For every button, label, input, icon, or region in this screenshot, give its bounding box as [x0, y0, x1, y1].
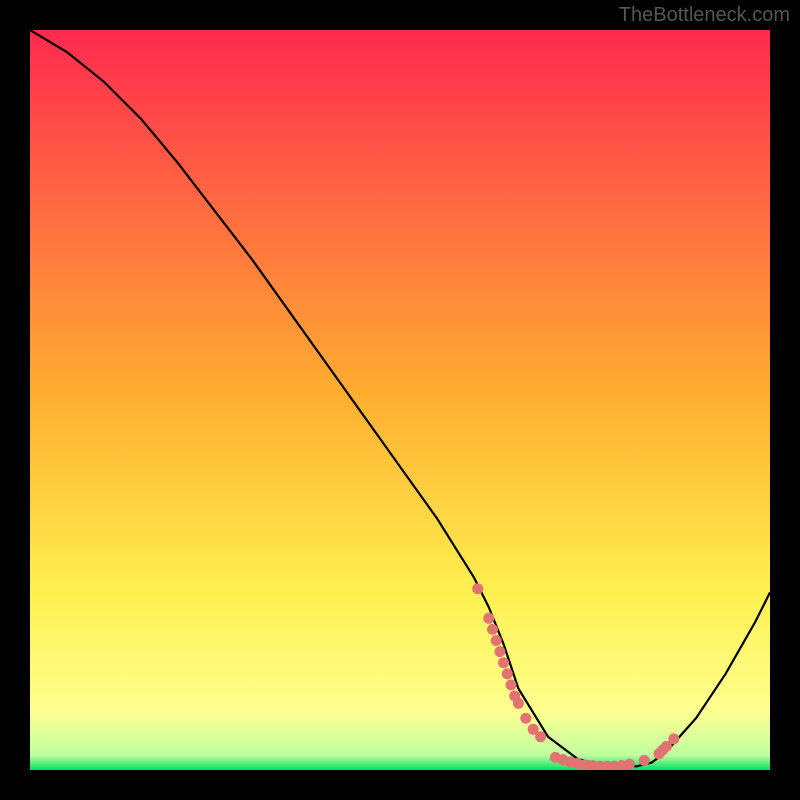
chart-svg	[30, 30, 770, 770]
scatter-point	[624, 759, 635, 770]
scatter-point	[639, 755, 650, 766]
scatter-point	[506, 679, 517, 690]
scatter-point	[535, 731, 546, 742]
chart-background	[30, 30, 770, 770]
scatter-point	[494, 646, 505, 657]
scatter-point	[520, 713, 531, 724]
scatter-point	[668, 733, 679, 744]
scatter-point	[487, 624, 498, 635]
scatter-point	[502, 668, 513, 679]
scatter-point	[483, 613, 494, 624]
scatter-point	[513, 698, 524, 709]
chart-plot-area	[30, 30, 770, 770]
watermark-text: TheBottleneck.com	[619, 4, 790, 27]
scatter-point	[498, 657, 509, 668]
scatter-point	[491, 635, 502, 646]
scatter-point	[472, 583, 483, 594]
